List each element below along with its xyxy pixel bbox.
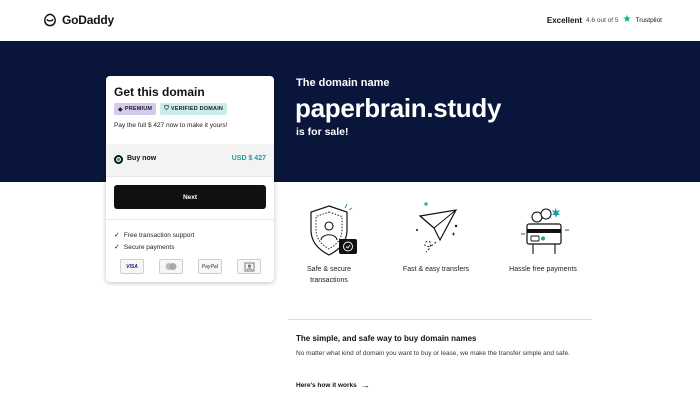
how-it-works-link[interactable]: Here's how it works → [296,380,370,390]
feature-hassle-label: Hassle free payments [509,266,577,273]
hero-kicker: The domain name [296,77,390,89]
feature-safe-label-2: transactions [310,277,348,284]
bank-transfer-icon [237,259,261,274]
buy-now-option[interactable]: Buy now USD $ 427 [106,144,274,176]
trustpilot-label: Excellent [546,15,582,25]
shield-user-icon [310,203,357,256]
how-it-works-label: Here's how it works [296,381,357,389]
paypal-icon: PayPal [198,259,222,274]
divider [106,176,274,177]
feature-label: Free transaction support [123,231,195,239]
bank-glyph [244,262,254,271]
arrow-right-icon: → [360,380,370,390]
badge-row: ◆ PREMIUM ⛉ VERIFIED DOMAIN [114,103,228,115]
trustpilot-rating[interactable]: Excellent 4.6 out of 5 ★ Trustpilot [547,15,662,25]
hero-for-sale: is for sale! [296,126,349,138]
feature-fast-transfers: Fast & easy transfers [395,200,477,275]
info-divider [288,319,592,320]
buy-now-radio[interactable] [114,155,123,164]
buy-now-label: Buy now [127,155,157,162]
info-body: No matter what kind of domain you want t… [296,350,570,357]
verified-badge-label: VERIFIED DOMAIN [170,106,224,112]
payment-methods: VISA PayPal [120,259,261,274]
visa-icon: VISA [120,259,144,274]
domain-name: paperbrain.study [295,93,502,123]
next-button[interactable]: Next [114,185,266,209]
shield-check-icon: ⛉ [164,105,169,112]
trustpilot-brand: Trustpilot [635,16,663,24]
info-title: The simple, and safe way to buy domain n… [296,334,477,343]
premium-badge-label: PREMIUM [124,106,153,112]
feature-safe-secure: Safe & secure transactions [293,200,365,286]
trustpilot-score: 4.6 out of 5 [586,16,619,24]
feature-label: Secure payments [123,243,175,251]
trustpilot-star-icon: ★ [622,14,632,25]
feature-hassle-free: Hassle free payments [503,200,583,275]
card-description: Pay the full $ 427 now to make it yours! [114,122,228,129]
paypal-label: PayPal [201,263,219,270]
paper-plane-icon [416,202,458,253]
verified-badge: ⛉ VERIFIED DOMAIN [160,103,228,115]
premium-badge: ◆ PREMIUM [114,103,157,115]
godaddy-logo-icon [44,13,56,27]
check-icon: ✓ [114,232,120,239]
feature-fast-label: Fast & easy transfers [402,266,470,273]
divider [106,219,274,220]
logo-text: GoDaddy [62,13,114,27]
feature-item: ✓ Secure payments [114,241,194,253]
card-hand-icon [521,208,569,254]
buy-now-price: USD $ 427 [231,155,266,162]
feature-item: ✓ Free transaction support [114,229,194,241]
purchase-card: Get this domain ◆ PREMIUM ⛉ VERIFIED DOM… [106,76,274,282]
godaddy-logo[interactable]: GoDaddy [42,12,114,28]
check-icon: ✓ [114,244,120,251]
gem-icon: ◆ [118,106,123,113]
card-title: Get this domain [114,85,205,99]
card-features: ✓ Free transaction support ✓ Secure paym… [114,229,194,253]
mastercard-icon [159,259,183,274]
feature-safe-label-1: Safe & secure [307,266,351,273]
site-header: GoDaddy Excellent 4.6 out of 5 ★ Trustpi… [0,0,700,41]
mastercard-circles [165,263,177,270]
visa-label: VISA [126,263,138,270]
